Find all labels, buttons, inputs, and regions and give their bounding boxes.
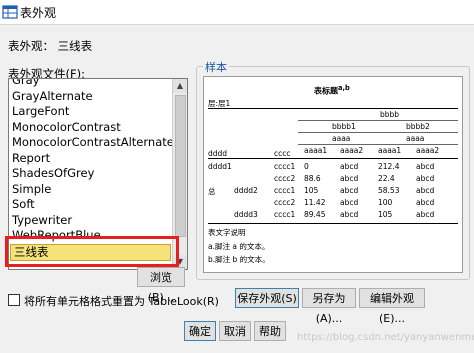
preview-cell: abcd xyxy=(340,186,359,195)
preview-cell: abcd xyxy=(340,210,359,219)
list-item[interactable]: Simple xyxy=(9,182,171,198)
reset-tablelook-label[interactable]: 将所有单元格格式重置为 TableLook(R) xyxy=(24,293,219,309)
list-item[interactable]: LargeFont xyxy=(9,104,171,120)
preview-cell: abcd xyxy=(416,174,435,183)
preview-cell: 89.45 xyxy=(304,210,326,219)
preview-header-rule xyxy=(208,158,458,159)
preview-row-header-c: cccc xyxy=(274,149,291,158)
list-item[interactable]: MonocolorContrastAlternate xyxy=(9,135,174,151)
red-highlight-box xyxy=(5,236,179,267)
list-item[interactable]: Typewriter xyxy=(9,213,171,229)
ok-button[interactable]: 确定 xyxy=(184,321,216,341)
preview-cell: abcd xyxy=(416,198,435,207)
preview-top-rule xyxy=(208,108,458,109)
watermark: https://blog.csdn.net/yanyanwenmeng xyxy=(297,332,474,343)
preview-cell: abcd xyxy=(416,210,435,219)
save-look-button[interactable]: 保存外观(S) xyxy=(235,288,299,308)
preview-cell: 212.4 xyxy=(378,162,400,171)
preview-cell: cccc2 xyxy=(274,198,296,207)
preview-cell: 100 xyxy=(378,198,393,207)
preview-cell: 总 xyxy=(208,187,216,196)
preview-cell: abcd xyxy=(416,186,435,195)
sample-preview: 表标题a,b 层:层1 bbbb bbbb1 bbbb2 aaaa aaaa d… xyxy=(203,76,463,273)
preview-cell: abcd xyxy=(340,174,359,183)
preview-cell: 88.6 xyxy=(304,174,321,183)
sample-group-title: 样本 xyxy=(203,59,229,75)
current-look-label: 表外观： 三线表 xyxy=(8,39,93,53)
list-item[interactable]: ShadesOfGrey xyxy=(9,166,171,182)
edit-look-button[interactable]: 编辑外观(E)... xyxy=(359,288,425,325)
preview-col-a-left: aaaa xyxy=(332,134,351,143)
preview-footnote-a: a.脚注 a 的文本。 xyxy=(208,242,270,251)
browse-button[interactable]: 浏览(B)... xyxy=(137,267,185,304)
preview-cell: 22.4 xyxy=(378,174,395,183)
sample-group: 样本 表标题a,b 层:层1 bbbb bbbb1 bbbb2 aaaa aaa… xyxy=(196,59,470,280)
list-item[interactable]: Gray xyxy=(9,79,171,89)
preview-cell: abcd xyxy=(340,162,359,171)
preview-rule xyxy=(298,120,458,121)
preview-col-a-right: aaaa xyxy=(406,134,425,143)
list-item[interactable]: Report xyxy=(9,151,171,167)
scroll-thumb[interactable] xyxy=(175,95,186,237)
preview-cell: cccc1 xyxy=(274,186,296,195)
preview-col-b1: bbbb1 xyxy=(332,122,356,131)
preview-cell: cccc2 xyxy=(274,174,296,183)
list-item[interactable]: Soft xyxy=(9,197,171,213)
preview-cell: 58.53 xyxy=(378,186,400,195)
preview-rule xyxy=(298,132,458,133)
preview-cell: cccc1 xyxy=(274,162,296,171)
help-button[interactable]: 帮助 xyxy=(254,321,286,341)
preview-cell: dddd1 xyxy=(208,162,232,171)
reset-tablelook-checkbox[interactable] xyxy=(8,294,20,306)
preview-cell: 105 xyxy=(378,210,393,219)
preview-footnote-b: b.脚注 b 的文本。 xyxy=(208,255,270,264)
save-as-button[interactable]: 另存为(A)... xyxy=(302,288,356,325)
preview-cell: 105 xyxy=(304,186,319,195)
window-title: 表外观 xyxy=(20,6,57,20)
preview-cell: abcd xyxy=(340,198,359,207)
preview-cell: dddd3 xyxy=(234,210,258,219)
preview-row-header-d: dddd xyxy=(208,149,228,158)
preview-col-aaaa2-left: aaaa2 xyxy=(340,146,364,155)
cancel-button[interactable]: 取消 xyxy=(219,321,251,341)
preview-col-aaaa2-right: aaaa2 xyxy=(416,146,440,155)
preview-col-aaaa1-left: aaaa1 xyxy=(304,146,328,155)
list-item[interactable]: MonocolorContrast xyxy=(9,120,171,136)
preview-bottom-rule xyxy=(208,223,458,224)
scroll-up-arrow-icon[interactable]: ▲ xyxy=(173,79,187,93)
preview-col-top: bbbb xyxy=(380,110,400,119)
preview-cell: cccc1 xyxy=(274,210,296,219)
preview-col-aaaa1-right: aaaa1 xyxy=(378,146,402,155)
preview-cell: dddd2 xyxy=(234,186,258,195)
list-item[interactable]: GrayAlternate xyxy=(9,89,171,105)
title-bar: 表外观 xyxy=(0,0,474,25)
preview-footnote-title: 表文字说明 xyxy=(208,228,246,237)
table-app-icon xyxy=(2,5,18,19)
preview-table-title: 表标题a,b xyxy=(314,84,350,96)
preview-col-b2: bbbb2 xyxy=(406,122,430,131)
preview-cell: abcd xyxy=(416,162,435,171)
preview-rule xyxy=(298,144,458,145)
preview-cell: 0 xyxy=(304,162,309,171)
preview-cell: 11.42 xyxy=(304,198,326,207)
